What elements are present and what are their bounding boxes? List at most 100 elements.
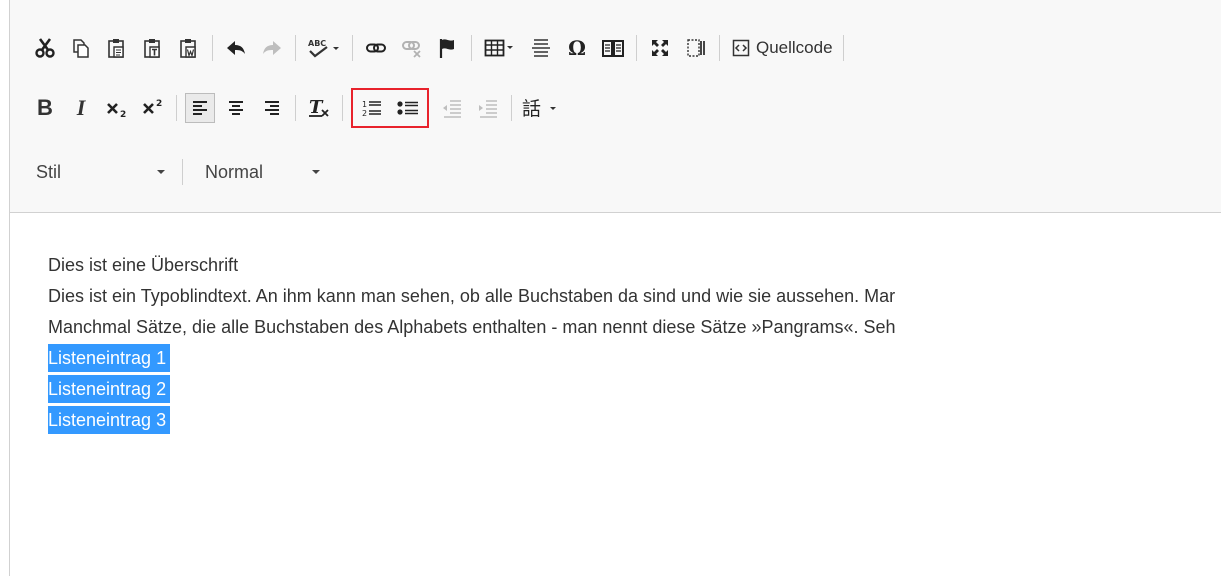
paste-from-word-button[interactable]	[174, 33, 204, 63]
format-combo-value: Normal	[205, 161, 264, 182]
toolbar-separator	[511, 95, 512, 121]
remove-format-icon: T	[309, 97, 329, 118]
indent-button[interactable]	[473, 93, 503, 123]
chevron-down-icon	[157, 170, 165, 174]
svg-text:2: 2	[362, 109, 367, 118]
toolbar-row-1: ABC Ω Quellcode	[30, 28, 852, 68]
superscript-button[interactable]: 2	[138, 93, 168, 123]
svg-text:ABC: ABC	[308, 39, 326, 48]
style-combo-value: Stil	[36, 161, 62, 182]
align-center-icon	[229, 101, 243, 115]
superscript-icon: 2	[143, 99, 162, 114]
toolbar-row-3: Stil Normal	[30, 152, 365, 192]
link-button[interactable]	[361, 33, 391, 63]
selected-text: Listeneintrag 3	[48, 406, 171, 434]
bold-button[interactable]: B	[30, 93, 60, 123]
svg-text:T: T	[309, 97, 324, 118]
editor-toolbar: ABC Ω Quellcode B I 2 2 T 1 2 話 Stil Nor…	[10, 0, 1221, 213]
copy-icon	[73, 39, 89, 58]
toolbar-separator	[842, 35, 844, 61]
horizontal-rule-button[interactable]	[526, 33, 556, 63]
outdent-icon	[443, 100, 461, 118]
undo-icon	[227, 41, 245, 55]
toolbar-separator	[212, 35, 213, 61]
remove-format-button[interactable]: T	[304, 93, 334, 123]
selected-text: Listeneintrag 2	[48, 375, 171, 403]
redo-icon	[263, 41, 281, 55]
toolbar-separator	[182, 159, 183, 185]
table-icon	[484, 39, 513, 57]
numbered-list-icon: 12	[362, 100, 381, 118]
align-right-icon	[265, 101, 279, 115]
paragraph-line: Manchmal Sätze, die alle Buchstaben des …	[48, 317, 896, 337]
paste-button[interactable]	[102, 33, 132, 63]
toolbar-separator	[342, 95, 343, 121]
content-heading: Dies ist eine Überschrift	[48, 255, 239, 275]
svg-text:1: 1	[362, 100, 367, 109]
list-buttons-highlight: 12	[351, 88, 429, 128]
cut-button[interactable]	[30, 33, 60, 63]
spellcheck-button[interactable]: ABC	[304, 33, 344, 63]
maximize-icon	[652, 40, 668, 56]
subscript-icon: 2	[107, 103, 126, 119]
anchor-button[interactable]	[433, 33, 463, 63]
paste-text-icon	[144, 39, 160, 58]
align-left-icon	[193, 101, 207, 115]
maximize-button[interactable]	[645, 33, 675, 63]
list-item: Listeneintrag 2	[48, 374, 1221, 405]
toolbar-separator	[636, 35, 637, 61]
show-blocks-button[interactable]	[681, 33, 711, 63]
unlink-button[interactable]	[397, 33, 427, 63]
toolbar-separator	[471, 35, 472, 61]
numbered-list-button[interactable]: 12	[357, 93, 387, 123]
paragraph-line: Dies ist ein Typoblindtext. An ihm kann …	[48, 286, 896, 306]
unlink-icon	[402, 41, 421, 58]
table-button[interactable]	[480, 33, 520, 63]
paste-text-button[interactable]	[138, 33, 168, 63]
source-icon	[732, 39, 750, 57]
toolbar-separator	[719, 35, 720, 61]
template-icon	[602, 40, 624, 57]
toolbar-separator	[352, 35, 353, 61]
align-right-button[interactable]	[257, 93, 287, 123]
language-icon: 話	[522, 98, 556, 119]
spellcheck-icon: ABC	[308, 39, 339, 58]
toolbar-separator	[295, 35, 296, 61]
toolbar-separator	[176, 95, 177, 121]
redo-button[interactable]	[257, 33, 287, 63]
link-icon	[366, 43, 386, 53]
toolbar-separator	[295, 95, 296, 121]
selected-text: Listeneintrag 1	[48, 344, 171, 372]
bold-icon: B	[37, 95, 53, 120]
paste-from-word-icon	[180, 39, 196, 58]
subscript-button[interactable]: 2	[102, 93, 132, 123]
editor-content[interactable]: Dies ist eine Überschrift Dies ist ein T…	[48, 250, 1221, 436]
special-char-icon: Ω	[568, 37, 586, 59]
special-char-button[interactable]: Ω	[562, 33, 592, 63]
template-button[interactable]	[598, 33, 628, 63]
bulleted-list-icon	[397, 101, 418, 115]
bulleted-list-button[interactable]	[393, 93, 423, 123]
outdent-button[interactable]	[437, 93, 467, 123]
svg-text:話: 話	[522, 98, 541, 119]
copy-button[interactable]	[66, 33, 96, 63]
show-blocks-icon	[687, 39, 705, 57]
horizontal-rule-icon	[532, 39, 550, 57]
language-button[interactable]: 話	[520, 93, 560, 123]
cut-icon	[35, 38, 55, 58]
toolbar-row-2: B I 2 2 T 12 話	[30, 88, 566, 128]
source-button-label: Quellcode	[756, 38, 833, 57]
anchor-icon	[439, 39, 454, 58]
format-combo[interactable]: Normal	[191, 157, 365, 187]
undo-button[interactable]	[221, 33, 251, 63]
style-combo[interactable]: Stil	[30, 157, 180, 187]
source-button[interactable]: Quellcode	[728, 33, 841, 63]
italic-button[interactable]: I	[66, 93, 96, 123]
paste-icon	[108, 39, 124, 58]
chevron-down-icon	[312, 170, 321, 174]
indent-icon	[479, 100, 497, 118]
align-left-button[interactable]	[185, 93, 215, 123]
list-item: Listeneintrag 1	[48, 343, 1221, 374]
svg-text:2: 2	[156, 99, 162, 109]
align-center-button[interactable]	[221, 93, 251, 123]
